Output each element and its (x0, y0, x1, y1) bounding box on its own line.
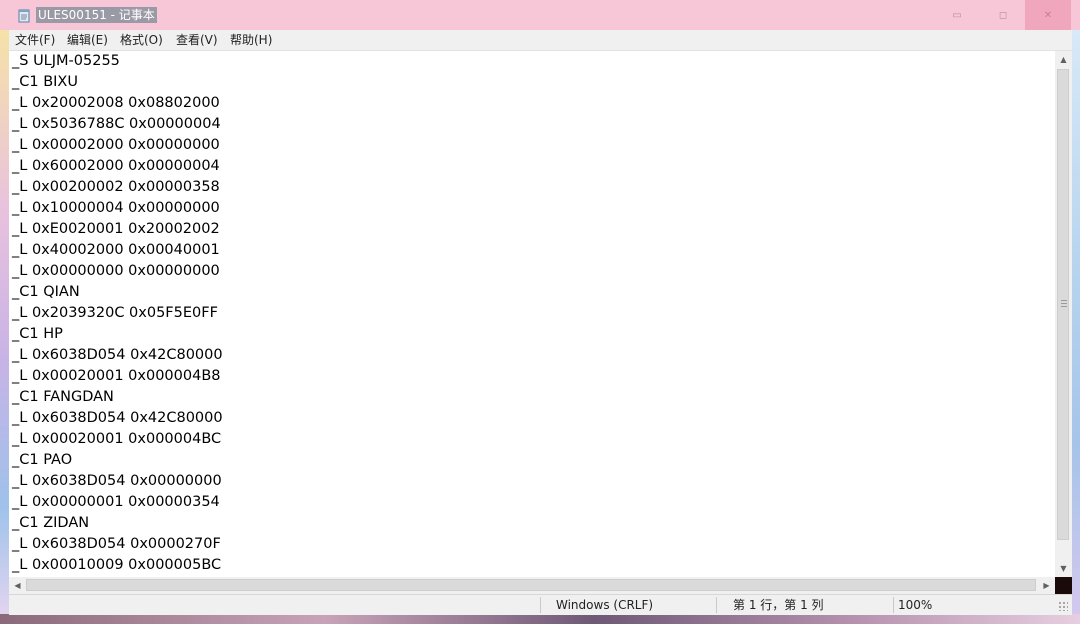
minimize-button[interactable]: ▭ (935, 0, 979, 30)
status-divider (893, 597, 894, 613)
menu-file[interactable]: 文件(F) (15, 33, 55, 48)
status-bar: Windows (CRLF) 第 1 行，第 1 列 100% (9, 594, 1072, 615)
text-line: _C1 PAO (12, 452, 73, 468)
text-line: _L 0x00200002 0x00000358 (12, 179, 220, 195)
text-line: _L 0x60002000 0x00000004 (12, 158, 220, 174)
maximize-button[interactable]: ◻ (981, 0, 1025, 30)
menu-help[interactable]: 帮助(H) (230, 33, 272, 48)
text-line: _L 0x40002000 0x00040001 (12, 242, 220, 258)
text-line: _L 0x20002008 0x08802000 (12, 95, 220, 111)
close-icon: ✕ (1043, 9, 1053, 21)
text-line: _L 0x10000004 0x00000000 (12, 200, 220, 216)
status-zoom: 100% (898, 598, 933, 612)
text-line: _C1 HP (12, 326, 63, 342)
text-line: _L 0x00010009 0x000005BC (12, 557, 222, 573)
text-line: _L 0x6038D054 0x42C80000 (12, 410, 223, 426)
text-line: _L 0x2039320C 0x05F5E0FF (12, 305, 218, 321)
text-line: _L 0x00020001 0x000004B8 (12, 368, 221, 384)
resize-grip-icon[interactable] (1058, 601, 1068, 611)
text-line: _C1 FANGDAN (12, 389, 114, 405)
text-line: _L 0x00000000 0x00000000 (12, 263, 220, 279)
text-line: _C1 BIXU (12, 74, 78, 90)
text-line: _L 0x6038D054 0x0000270F (12, 536, 221, 552)
notepad-icon[interactable] (17, 8, 31, 23)
notepad-window: 文件(F) 编辑(E) 格式(O) 查看(V) 帮助(H) _S ULJM-05… (9, 30, 1072, 615)
desktop-wallpaper-bottom (0, 614, 1080, 624)
maximize-icon: ◻ (998, 9, 1008, 21)
scroll-left-button[interactable]: ◀ (9, 577, 26, 594)
close-button[interactable]: ✕ (1025, 0, 1071, 30)
arrow-left-icon: ◀ (14, 581, 21, 590)
text-editor[interactable]: _S ULJM-05255 _C1 BIXU _L 0x20002008 0x0… (9, 51, 1055, 577)
vertical-scroll-thumb[interactable] (1057, 69, 1069, 540)
horizontal-scroll-thumb[interactable] (26, 579, 1036, 591)
arrow-right-icon: ▶ (1043, 581, 1050, 590)
scroll-down-button[interactable]: ▼ (1055, 560, 1072, 577)
menu-format[interactable]: 格式(O) (120, 33, 163, 48)
text-line: _L 0x5036788C 0x00000004 (12, 116, 221, 132)
desktop-wallpaper-right (1072, 30, 1080, 624)
text-line: _C1 QIAN (12, 284, 80, 300)
scroll-right-button[interactable]: ▶ (1038, 577, 1055, 594)
window-title: ULES00151 - 记事本 (36, 7, 157, 23)
text-line: _L 0x00020001 0x000004BC (12, 431, 222, 447)
status-divider (540, 597, 541, 613)
arrow-up-icon: ▲ (1060, 55, 1067, 64)
text-line: _L 0x00002000 0x00000000 (12, 137, 220, 153)
status-cursor-position: 第 1 行，第 1 列 (733, 598, 824, 612)
scrollbar-corner (1055, 577, 1072, 594)
text-line: _L 0x6038D054 0x42C80000 (12, 347, 223, 363)
scroll-up-button[interactable]: ▲ (1055, 51, 1072, 68)
menu-bar: 文件(F) 编辑(E) 格式(O) 查看(V) 帮助(H) (9, 30, 1072, 51)
menu-view[interactable]: 查看(V) (176, 33, 218, 48)
text-line: _S ULJM-05255 (12, 53, 120, 69)
grip-icon (1061, 300, 1067, 307)
menu-edit[interactable]: 编辑(E) (67, 33, 108, 48)
status-divider (716, 597, 717, 613)
title-bar[interactable]: ULES00151 - 记事本 ▭ ◻ ✕ (0, 0, 1080, 30)
status-encoding: Windows (CRLF) (556, 598, 654, 612)
text-line: _L 0x00000001 0x00000354 (12, 494, 220, 510)
desktop-wallpaper-left (0, 30, 9, 624)
text-line: _L 0xE0020001 0x20002002 (12, 221, 220, 237)
vertical-scrollbar[interactable]: ▲ ▼ (1055, 51, 1072, 577)
text-line: _C1 ZIDAN (12, 515, 90, 531)
horizontal-scrollbar[interactable]: ◀ ▶ (9, 577, 1055, 594)
arrow-down-icon: ▼ (1060, 564, 1067, 573)
text-line: _L 0x6038D054 0x00000000 (12, 473, 222, 489)
minimize-icon: ▭ (952, 9, 962, 21)
